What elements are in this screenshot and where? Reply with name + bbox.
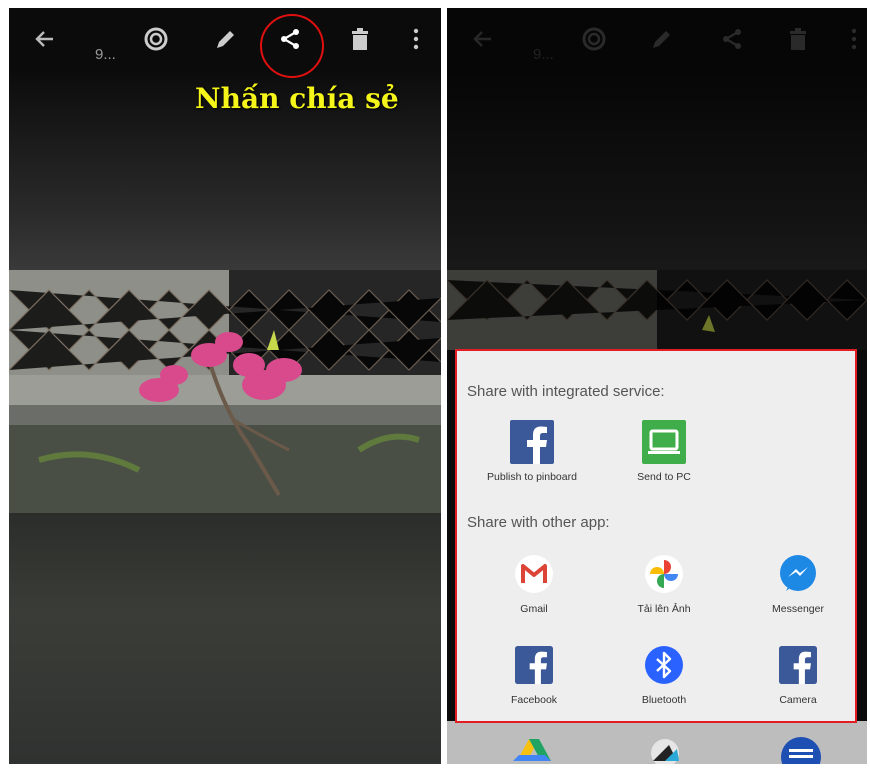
trash-icon[interactable] xyxy=(345,24,375,54)
app-label: Publish to pinboard xyxy=(487,471,577,483)
app-label: Tải lên Ảnh xyxy=(637,603,691,615)
share-app-camera[interactable]: Camera xyxy=(743,642,853,706)
app-label: Gmail xyxy=(520,603,548,615)
top-toolbar: 9... xyxy=(9,8,441,78)
app-icon-2 xyxy=(651,739,679,767)
share-sheet: Share with integrated service: Publish t… xyxy=(455,349,857,723)
more-apps-row xyxy=(447,721,867,769)
facebook-icon xyxy=(775,642,821,688)
app-label: Facebook xyxy=(510,694,558,706)
facebook-icon xyxy=(511,642,557,688)
more-vert-icon[interactable] xyxy=(401,24,431,54)
share-app-messenger[interactable]: Messenger xyxy=(743,551,853,615)
spiral-icon[interactable] xyxy=(141,24,171,54)
share-app-send-to-pc[interactable]: Send to PC xyxy=(609,419,719,483)
integrated-service-heading: Share with integrated service: xyxy=(467,383,665,400)
share-app-photos[interactable]: Tải lên Ảnh xyxy=(609,551,719,615)
app-label: Camera xyxy=(779,694,817,706)
photo-viewer-left: 9... Nhấn chía sẻ xyxy=(9,8,441,764)
bluetooth-icon xyxy=(641,642,687,688)
photo-blur-bottom xyxy=(9,513,441,764)
photo-counter: 9... xyxy=(95,46,116,63)
drive-icon xyxy=(513,739,551,761)
share-callout: Nhấn chía sẻ xyxy=(195,82,399,115)
edit-icon[interactable] xyxy=(211,24,241,54)
share-app-bluetooth[interactable]: Bluetooth xyxy=(609,642,719,706)
photos-icon xyxy=(641,551,687,597)
back-arrow-icon[interactable] xyxy=(29,24,59,54)
app-label: Messenger xyxy=(772,603,824,615)
flower-photo xyxy=(9,270,441,516)
other-app-heading: Share with other app: xyxy=(467,514,610,531)
share-highlight-circle xyxy=(260,14,324,78)
share-app-facebook[interactable]: Facebook xyxy=(479,642,589,706)
share-app-gmail[interactable]: Gmail xyxy=(479,551,589,615)
app-label: Send to PC xyxy=(637,471,691,483)
chat-icon xyxy=(781,737,821,769)
pc-icon xyxy=(641,419,687,465)
scrim xyxy=(447,8,867,350)
app-label: Bluetooth xyxy=(641,694,687,706)
share-app-publish-pinboard[interactable]: Publish to pinboard xyxy=(477,419,587,483)
messenger-icon xyxy=(775,551,821,597)
gmail-icon xyxy=(511,551,557,597)
facebook-icon xyxy=(509,419,555,465)
